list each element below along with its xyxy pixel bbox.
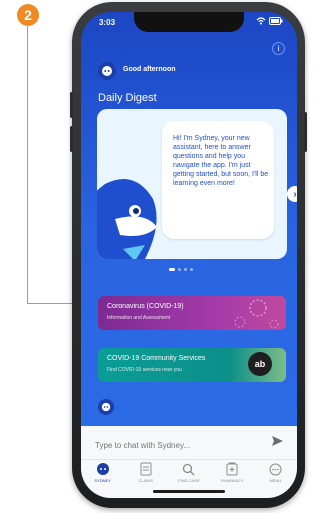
sydney-avatar-icon [98, 62, 116, 80]
pager-dot[interactable] [184, 268, 187, 271]
app-screen: 3:03 i Good afternoon Daily Digest Hi! I… [81, 12, 297, 498]
nav-label: FIND CARE [178, 478, 200, 483]
volume-button [70, 92, 73, 118]
sydney-mascot-icon [97, 179, 157, 259]
status-time: 3:03 [99, 18, 116, 27]
nav-label: CLAIMS [138, 478, 154, 483]
wifi-icon [256, 17, 266, 25]
daily-digest-title: Daily Digest [98, 92, 157, 104]
nav-label: SYDNEY [94, 478, 111, 483]
divider [81, 459, 297, 460]
next-card-button[interactable]: › [287, 186, 297, 202]
claims-icon [139, 462, 153, 476]
menu-icon [268, 462, 282, 476]
callout-line-vertical [27, 26, 28, 304]
sydney-avatar-icon [96, 462, 110, 476]
status-icons [256, 17, 283, 27]
home-indicator [153, 490, 225, 493]
find-care-icon [182, 462, 196, 476]
chat-input[interactable] [93, 436, 267, 454]
nav-label: PHARMACY [220, 478, 244, 483]
volume-button [70, 126, 73, 152]
nav-item-menu[interactable]: MENU [255, 462, 295, 494]
ab-logo-icon: ab [248, 352, 272, 376]
bottom-panel: SYDNEY CLAIMS [81, 426, 297, 498]
speech-bubble: Hi! I'm Sydney, your new assistant, here… [162, 121, 274, 239]
send-icon[interactable] [272, 436, 283, 449]
info-icon[interactable]: i [272, 42, 285, 55]
covid-info-card[interactable]: Coronavirus (COVID-19) Information and A… [98, 296, 286, 330]
card-title: COVID-19 Community Services [107, 355, 206, 362]
card-subtitle: Information and Assessment [107, 315, 171, 321]
sydney-intro-message: Hi! I'm Sydney, your new assistant, here… [173, 135, 269, 187]
power-button [304, 112, 307, 152]
nav-label: MENU [269, 478, 282, 483]
carousel-pager [169, 268, 193, 271]
phone-notch [134, 12, 244, 32]
pager-dot[interactable] [169, 268, 175, 271]
greeting-text: Good afternoon [123, 66, 176, 73]
step-number-badge: 2 [17, 4, 39, 26]
virus-decoration-icon [234, 299, 279, 329]
nav-item-sydney[interactable]: SYDNEY [83, 462, 123, 494]
sydney-intro-card[interactable]: Hi! I'm Sydney, your new assistant, here… [97, 109, 287, 259]
card-subtitle: Find COVID-19 services near you [107, 367, 182, 373]
pager-dot[interactable] [178, 268, 181, 271]
card-title: Coronavirus (COVID-19) [107, 303, 184, 310]
sydney-avatar-icon [98, 399, 114, 415]
battery-icon [269, 17, 283, 25]
pager-dot[interactable] [190, 268, 193, 271]
community-services-card[interactable]: COVID-19 Community Services Find COVID-1… [98, 348, 286, 382]
pharmacy-icon [225, 462, 239, 476]
chevron-right-icon: › [293, 188, 297, 200]
